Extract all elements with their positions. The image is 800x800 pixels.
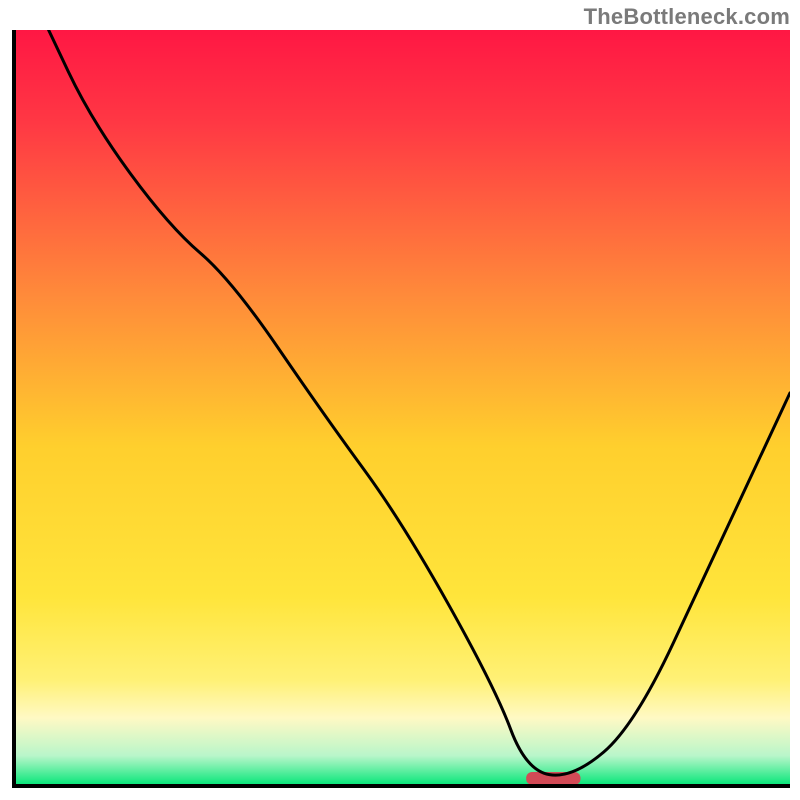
watermark-label: TheBottleneck.com [584,4,790,30]
gradient-background [14,30,790,786]
bottleneck-chart [0,0,800,800]
chart-container: TheBottleneck.com [0,0,800,800]
